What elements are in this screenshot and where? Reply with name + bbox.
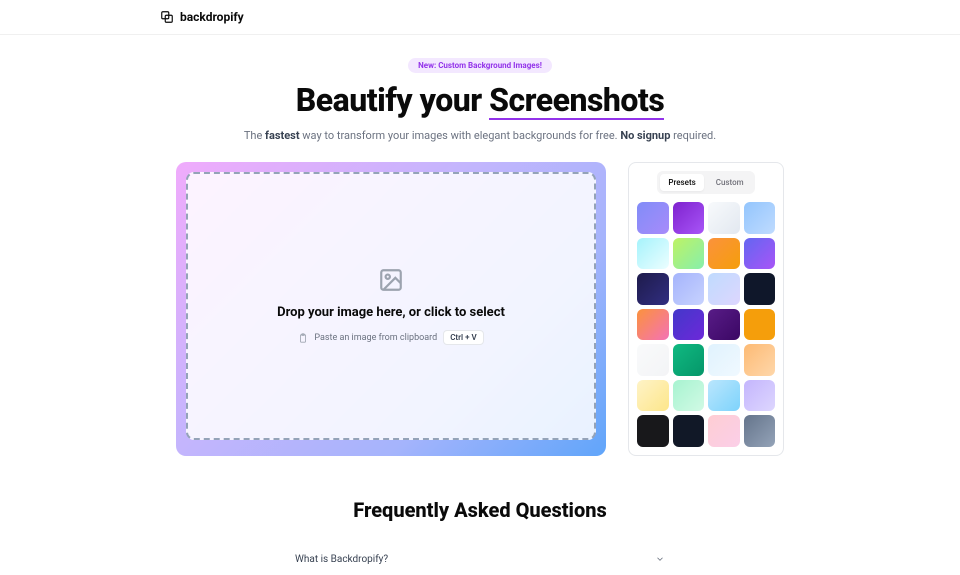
image-icon	[378, 267, 404, 293]
faq-section: Frequently Asked Questions What is Backd…	[0, 456, 960, 575]
swatch-26[interactable]	[708, 415, 740, 447]
faq-item[interactable]: What is Backdropify?	[295, 544, 665, 575]
main-content: Drop your image here, or click to select…	[0, 162, 960, 456]
swatch-9[interactable]	[673, 273, 705, 305]
clipboard-icon	[298, 333, 308, 343]
swatch-13[interactable]	[673, 309, 705, 341]
swatch-25[interactable]	[673, 415, 705, 447]
swatch-7[interactable]	[744, 238, 776, 270]
chevron-down-icon	[655, 554, 665, 564]
page-title: Beautify your Screenshots	[0, 81, 960, 119]
announcement-pill: New: Custom Background Images!	[408, 58, 552, 73]
keyboard-shortcut: Ctrl + V	[443, 330, 483, 345]
tab-custom[interactable]: Custom	[708, 174, 752, 191]
hero: New: Custom Background Images! Beautify …	[0, 35, 960, 162]
swatch-grid	[637, 202, 775, 447]
swatch-21[interactable]	[673, 380, 705, 412]
faq-question: What is Backdropify?	[295, 554, 388, 565]
swatch-4[interactable]	[637, 238, 669, 270]
swatch-22[interactable]	[708, 380, 740, 412]
dropzone-title: Drop your image here, or click to select	[277, 305, 505, 320]
swatch-23[interactable]	[744, 380, 776, 412]
swatch-24[interactable]	[637, 415, 669, 447]
swatch-3[interactable]	[744, 202, 776, 234]
swatch-19[interactable]	[744, 344, 776, 376]
swatch-12[interactable]	[637, 309, 669, 341]
swatch-8[interactable]	[637, 273, 669, 305]
paste-text: Paste an image from clipboard	[314, 333, 437, 343]
paste-hint: Paste an image from clipboard Ctrl + V	[298, 330, 483, 345]
swatch-17[interactable]	[673, 344, 705, 376]
swatch-1[interactable]	[673, 202, 705, 234]
tab-presets[interactable]: Presets	[660, 174, 703, 191]
faq-title: Frequently Asked Questions	[0, 498, 960, 522]
dropzone[interactable]: Drop your image here, or click to select…	[186, 172, 596, 440]
title-pre: Beautify your	[296, 81, 489, 119]
header: backdropify	[0, 0, 960, 35]
swatch-16[interactable]	[637, 344, 669, 376]
swatch-0[interactable]	[637, 202, 669, 234]
logo-icon	[160, 10, 174, 24]
swatch-15[interactable]	[744, 309, 776, 341]
swatch-2[interactable]	[708, 202, 740, 234]
title-underline: Screenshots	[489, 81, 664, 119]
tabs: Presets Custom	[657, 171, 754, 194]
brand-name[interactable]: backdropify	[180, 10, 244, 24]
swatch-10[interactable]	[708, 273, 740, 305]
swatch-20[interactable]	[637, 380, 669, 412]
swatch-5[interactable]	[673, 238, 705, 270]
swatch-27[interactable]	[744, 415, 776, 447]
dropzone-wrap: Drop your image here, or click to select…	[176, 162, 606, 456]
presets-panel: Presets Custom	[628, 162, 784, 456]
swatch-14[interactable]	[708, 309, 740, 341]
swatch-11[interactable]	[744, 273, 776, 305]
swatch-6[interactable]	[708, 238, 740, 270]
subtitle: The fastest way to transform your images…	[0, 129, 960, 142]
swatch-18[interactable]	[708, 344, 740, 376]
